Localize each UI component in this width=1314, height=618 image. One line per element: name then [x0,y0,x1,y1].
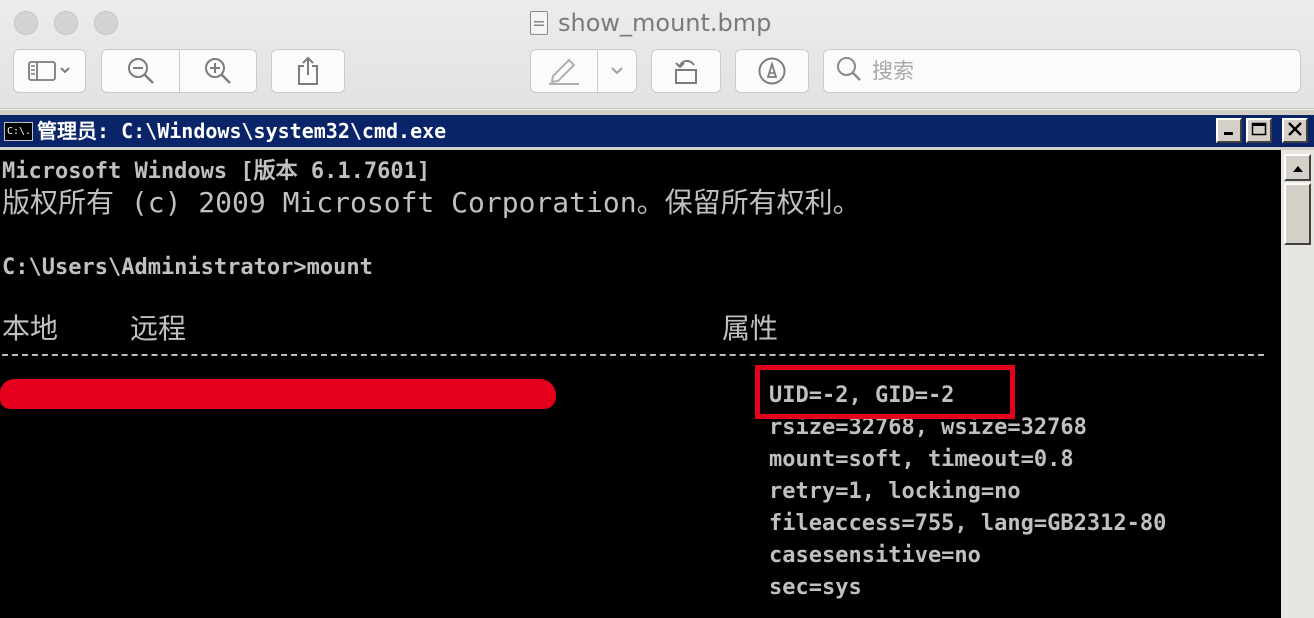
mount-option-casesensitive: casesensitive=no [769,543,981,568]
minimize-window-button[interactable] [54,11,78,35]
close-icon [1287,121,1303,140]
zoom-in-icon [204,57,232,85]
cmd-titlebar: C:\. 管理员: C:\Windows\system32\cmd.exe [0,115,1314,147]
maximize-icon [1251,121,1267,140]
markup-dropdown-button[interactable] [597,49,637,93]
markup-button[interactable] [530,49,598,93]
console-line-prompt: C:\Users\Administrator>mount [2,255,373,280]
scroll-up-button[interactable] [1284,154,1311,181]
arrow-up-icon [1292,158,1304,177]
header-separator [2,354,1264,356]
search-field[interactable] [823,49,1301,93]
console-line-version: Microsoft Windows [版本 6.1.7601] [2,159,431,184]
search-icon [836,56,862,86]
redaction-mark [0,379,556,409]
mount-option-retry: retry=1, locking=no [769,479,1021,504]
cmd-minimize-button[interactable] [1216,118,1242,143]
rotate-icon [671,56,701,86]
cmd-window-title: 管理员: C:\Windows\system32\cmd.exe [37,119,447,143]
zoom-out-button[interactable] [101,49,180,93]
cmd-app-icon[interactable]: C:\. [4,122,33,141]
search-input[interactable] [870,58,1274,84]
chevron-down-icon [610,66,624,76]
column-header-properties: 属性 [722,312,779,345]
document-title: show_mount.bmp [530,8,771,38]
mount-option-fileaccess: fileaccess=755, lang=GB2312-80 [769,511,1167,536]
scrollbar-thumb[interactable] [1284,183,1311,245]
annotate-button[interactable] [735,49,809,93]
share-icon [296,56,320,86]
cmd-maximize-button[interactable] [1246,118,1272,143]
console-output[interactable]: Microsoft Windows [版本 6.1.7601] 版权所有 (c)… [0,150,1281,618]
highlight-box [755,365,1015,419]
markup-pen-icon [547,56,581,86]
zoom-window-button[interactable] [94,11,118,35]
column-header-remote: 远程 [130,312,187,345]
mount-option-mount: mount=soft, timeout=0.8 [769,447,1074,472]
close-window-button[interactable] [14,11,38,35]
column-header-local: 本地 [2,312,59,345]
sidebar-icon [27,60,72,82]
console-line-copyright: 版权所有 (c) 2009 Microsoft Corporation。保留所有… [2,186,861,219]
preview-titlebar: show_mount.bmp [0,0,1314,109]
document-icon [530,11,548,35]
annotate-icon [757,56,787,86]
minimize-icon [1222,121,1236,140]
share-button[interactable] [271,49,345,93]
zoom-out-icon [127,57,155,85]
rotate-button[interactable] [651,49,721,93]
document-title-label: show_mount.bmp [558,9,772,37]
zoom-in-button[interactable] [179,49,257,93]
cmd-close-button[interactable] [1282,118,1308,143]
mount-option-sec: sec=sys [769,575,862,600]
sidebar-toggle-button[interactable] [13,49,86,93]
